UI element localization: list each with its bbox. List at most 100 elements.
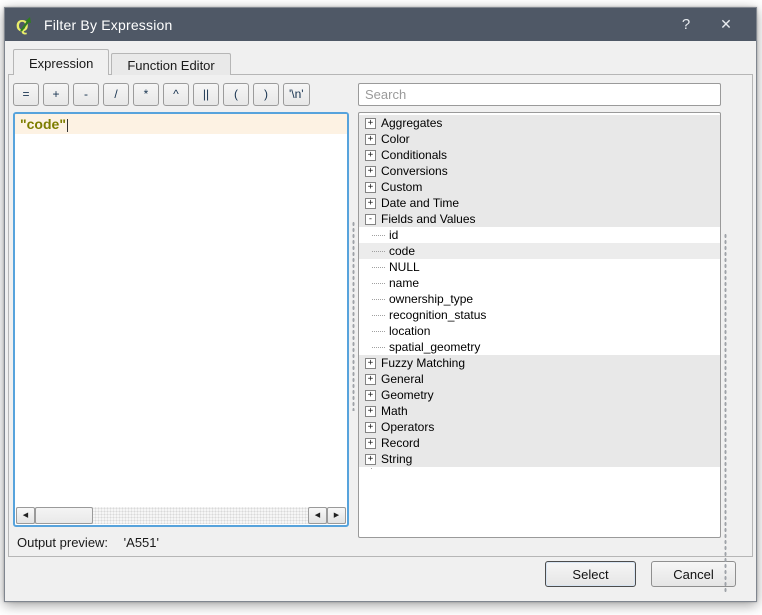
tree-row-label: Color (381, 131, 410, 147)
text-caret (67, 119, 68, 132)
scroll-left-icon[interactable]: ◀ (308, 507, 327, 524)
expand-icon[interactable]: + (365, 166, 376, 177)
window-title: Filter By Expression (44, 17, 666, 33)
tree-category-row[interactable]: + Custom (359, 179, 720, 195)
search-input[interactable] (358, 83, 721, 106)
title-bar[interactable]: Q Filter By Expression ? ✕ (5, 8, 756, 41)
scrollbar-right-buttons: ◀ ▶ (308, 507, 346, 524)
tree-field-row[interactable]: ownership_type (359, 291, 720, 307)
tree-category-row[interactable]: + Math (359, 403, 720, 419)
tree-row-label: name (389, 275, 419, 291)
op-newline-button[interactable]: '\n' (283, 83, 310, 106)
tree-category-row[interactable]: -Fields and Values (359, 211, 720, 227)
tree-row-label: String (381, 451, 412, 467)
scroll-right-icon[interactable]: ▶ (327, 507, 346, 524)
expand-icon[interactable]: + (365, 118, 376, 129)
tree-branch-connector (372, 299, 385, 300)
tree-field-row[interactable]: location (359, 323, 720, 339)
op-equals-button[interactable]: = (13, 83, 39, 106)
tree-category-row[interactable]: + Operators (359, 419, 720, 435)
tree-category-row[interactable]: + String (359, 451, 720, 467)
tree-row-label: Operators (381, 419, 434, 435)
tree-branch-connector (372, 251, 385, 252)
op-multiply-button[interactable]: * (133, 83, 159, 106)
expand-icon[interactable]: + (365, 454, 376, 465)
tree-category-row[interactable]: + Record (359, 435, 720, 451)
tree-category-row[interactable]: + Conversions (359, 163, 720, 179)
expand-icon[interactable]: + (365, 134, 376, 145)
tree-branch-connector (372, 235, 385, 236)
tree-category-row[interactable]: + Aggregates (359, 115, 720, 131)
op-plus-button[interactable]: + (43, 83, 69, 106)
tree-row-label: Date and Time (381, 195, 459, 211)
function-list-column: + Aggregates + Color + Conditionals + Conversio… (358, 83, 721, 550)
tree-field-row[interactable]: NULL (359, 259, 720, 275)
scrollbar-thumb[interactable] (35, 507, 93, 524)
tree-row-label: Conversions (381, 163, 448, 179)
op-minus-button[interactable]: - (73, 83, 99, 106)
collapse-icon[interactable]: - (365, 214, 376, 225)
dialog-button-row: Select Cancel (8, 557, 753, 595)
expand-icon[interactable]: + (365, 438, 376, 449)
tree-row-label: location (389, 323, 430, 339)
tree-field-row[interactable]: code (359, 243, 720, 259)
close-button[interactable]: ✕ (706, 16, 746, 33)
tab-function-editor[interactable]: Function Editor (111, 53, 230, 75)
tree-row-label: Math (381, 403, 408, 419)
pane-columns: = + - / * ^ || ( ) '\n' (13, 83, 750, 550)
tree-row-label: Conditionals (381, 147, 447, 163)
tree-row-label: Fields and Values (381, 211, 476, 227)
tree-field-row[interactable]: spatial_geometry (359, 339, 720, 355)
expand-icon[interactable]: + (365, 150, 376, 161)
output-preview-label: Output preview: (17, 535, 108, 550)
tree-category-row[interactable]: +General (359, 371, 720, 387)
expression-editor[interactable]: "code" ◀ ◀ ▶ (13, 112, 349, 527)
op-open-paren-button[interactable]: ( (223, 83, 249, 106)
tree-field-row[interactable]: name (359, 275, 720, 291)
scroll-left-icon[interactable]: ◀ (16, 507, 35, 524)
expand-icon[interactable]: + (365, 422, 376, 433)
tab-expression[interactable]: Expression (13, 49, 109, 75)
splitter-grip-dots (352, 221, 355, 411)
operator-toolbar: = + - / * ^ || ( ) '\n' (13, 83, 349, 106)
scrollbar-track[interactable] (93, 507, 308, 524)
op-power-button[interactable]: ^ (163, 83, 189, 106)
tree-branch-connector (372, 267, 385, 268)
tree-branch-connector (372, 283, 385, 284)
select-button[interactable]: Select (545, 561, 636, 587)
expand-icon[interactable]: + (365, 406, 376, 417)
editor-horizontal-scrollbar[interactable]: ◀ ◀ ▶ (16, 507, 346, 524)
expand-icon[interactable]: + (365, 390, 376, 401)
tree-row-label: recognition_status (389, 307, 486, 323)
expression-current-line[interactable]: "code" (15, 114, 347, 134)
help-button[interactable]: ? (666, 16, 706, 33)
tree-field-row[interactable]: recognition_status (359, 307, 720, 323)
expand-icon[interactable]: + (365, 374, 376, 385)
tree-category-row[interactable]: +Fuzzy Matching (359, 355, 720, 371)
tree-row-label: Custom (381, 179, 422, 195)
op-divide-button[interactable]: / (103, 83, 129, 106)
tree-category-row[interactable]: + Date and Time (359, 195, 720, 211)
tree-row-label: Aggregates (381, 115, 442, 131)
tree-branch-connector (372, 331, 385, 332)
tree-branch-connector (372, 315, 385, 316)
tree-category-row[interactable]: + Color (359, 131, 720, 147)
tree-category-row[interactable]: + Conditionals (359, 147, 720, 163)
expand-icon[interactable]: + (365, 198, 376, 209)
expand-icon[interactable]: + (365, 358, 376, 369)
expand-icon[interactable]: + (365, 182, 376, 193)
function-tree[interactable]: + Aggregates + Color + Conditionals + Conversio… (358, 112, 721, 538)
help-panel-splitter-handle[interactable] (721, 83, 730, 550)
qgis-logo-icon: Q (15, 15, 35, 35)
op-concat-button[interactable]: || (193, 83, 219, 106)
tree-category-row[interactable]: + Geometry (359, 387, 720, 403)
tree-row-label: spatial_geometry (389, 339, 480, 355)
op-close-paren-button[interactable]: ) (253, 83, 279, 106)
tree-field-row[interactable]: id (359, 227, 720, 243)
output-preview: Output preview: 'A551' (13, 535, 349, 550)
tree-row-label: Geometry (381, 387, 434, 403)
expression-tab-pane: = + - / * ^ || ( ) '\n' (8, 74, 753, 557)
tree-branch-connector (372, 347, 385, 348)
panel-splitter-handle[interactable] (349, 83, 358, 550)
tree-row-label: Record (381, 435, 420, 451)
